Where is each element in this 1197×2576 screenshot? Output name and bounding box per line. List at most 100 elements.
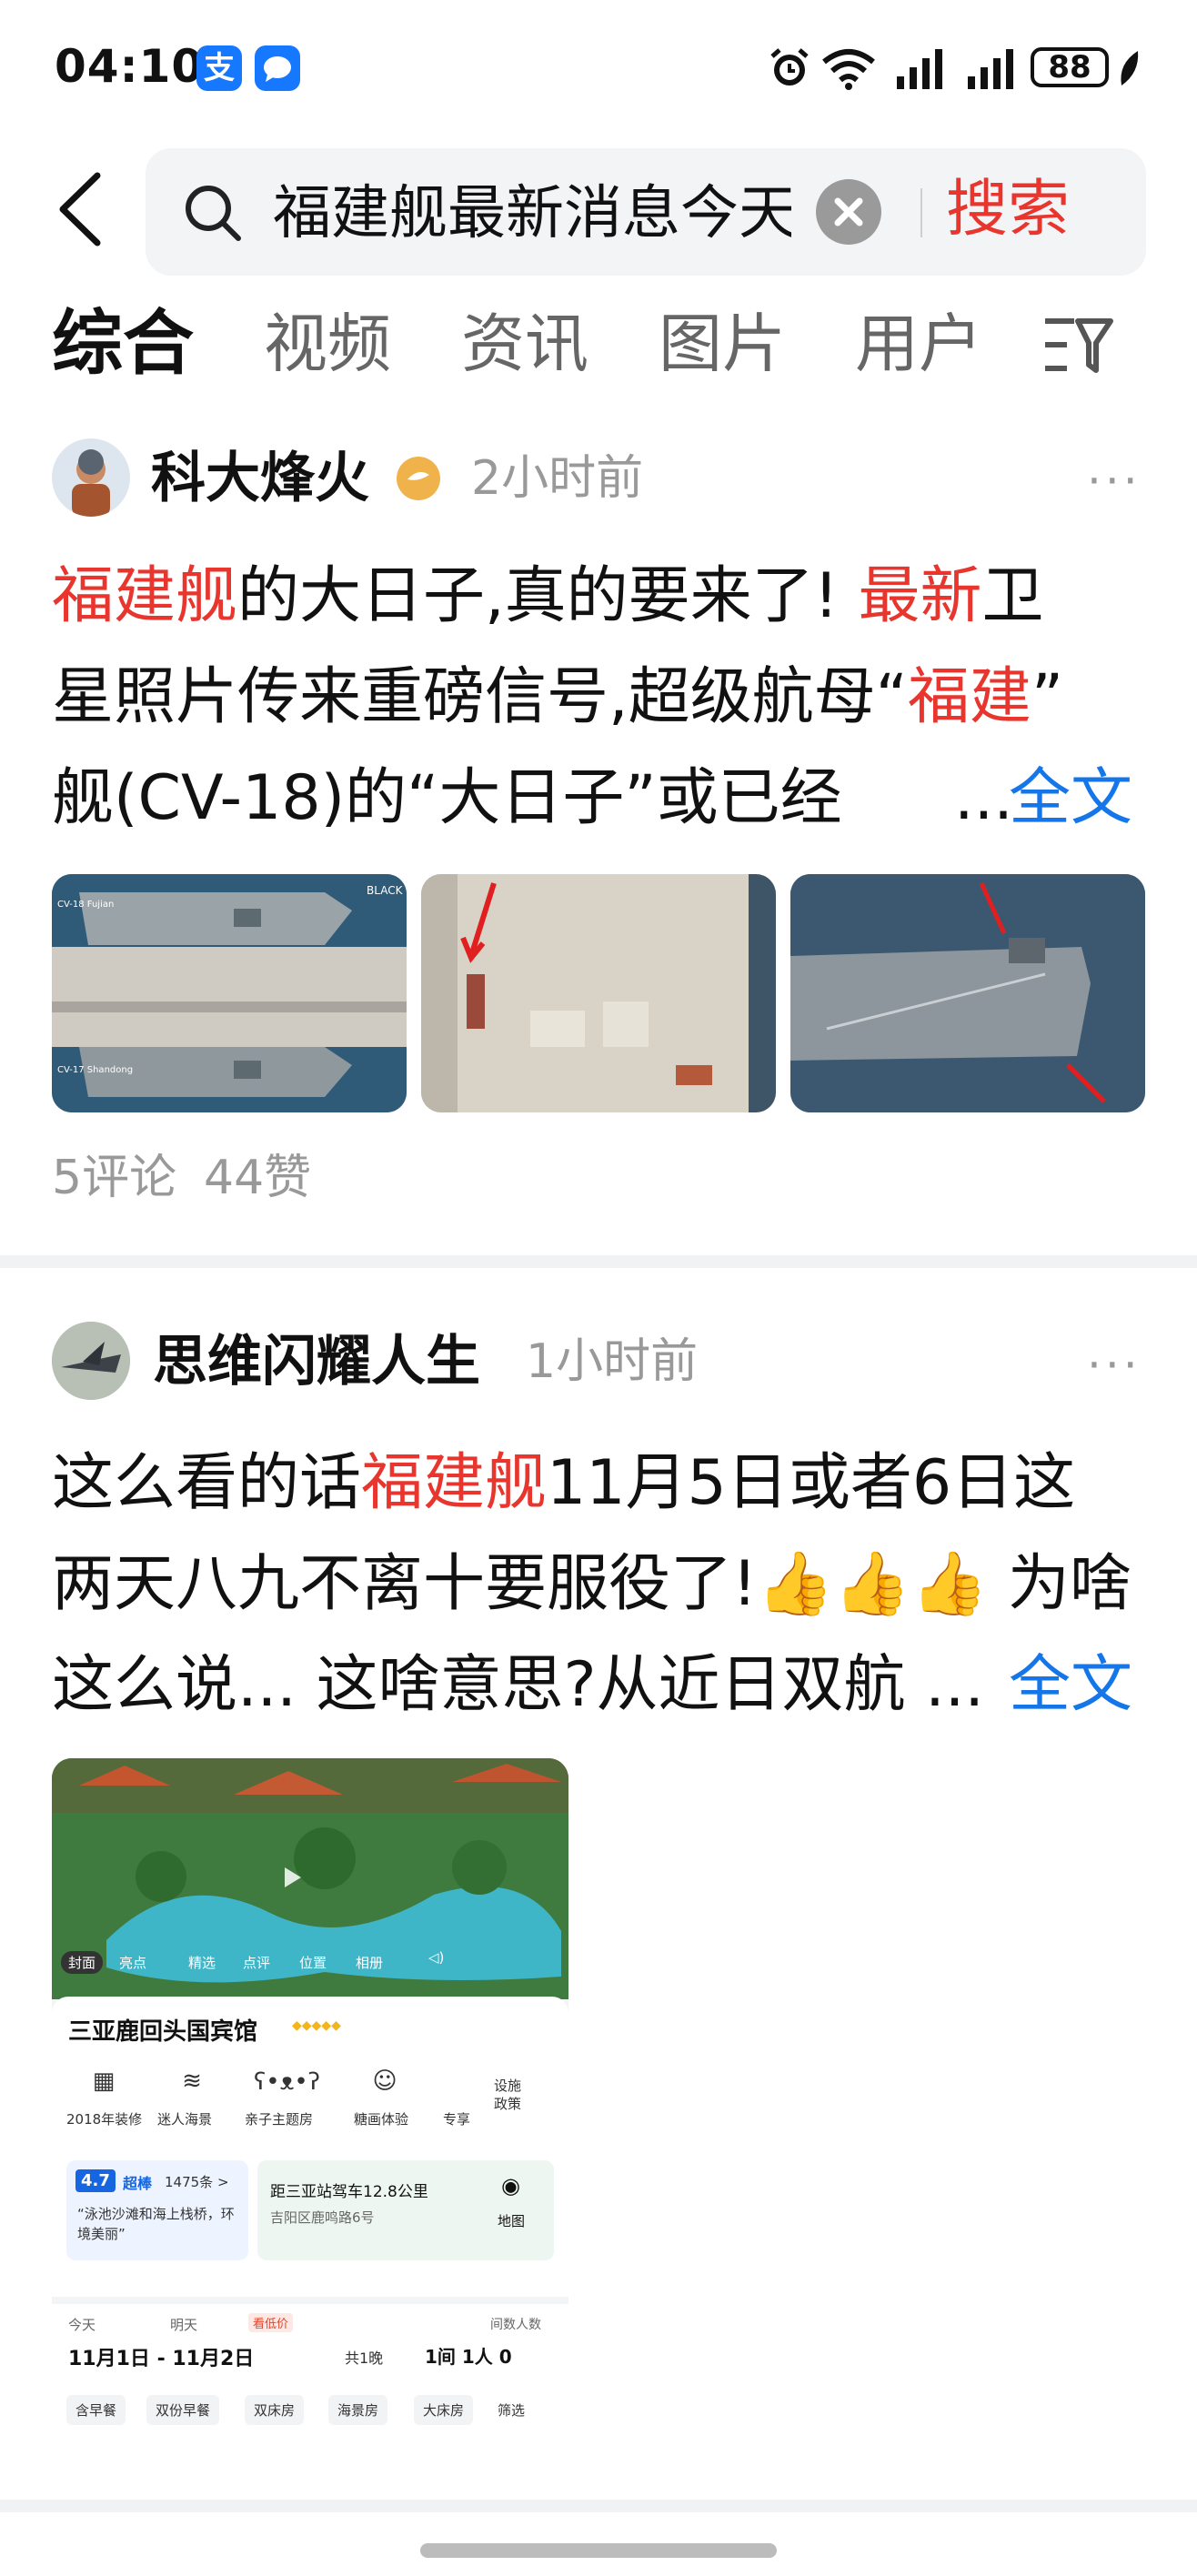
battery-indicator: 88 [1031,47,1109,87]
avatar[interactable] [52,1322,130,1400]
back-icon[interactable] [50,168,114,250]
post-image-2[interactable] [421,874,776,1112]
alarm-icon [770,48,809,86]
feature-renovated: 2018年装修 [66,2111,143,2128]
tab-news[interactable]: 资讯 [461,298,588,389]
thumb-watermark: BLACK [367,884,404,897]
feature-seaview: 迷人海景 [157,2111,213,2128]
more-icon[interactable]: ··· [1087,1339,1142,1392]
post-time: 1小时前 [526,1334,699,1389]
media-tab-cover[interactable]: 封面 [61,1951,104,1974]
review-count: 1475条 > [165,2174,229,2190]
media-tab-location[interactable]: 位置 [299,1953,327,1972]
leaf-icon [1121,51,1139,86]
like-count[interactable]: 44赞 [204,1139,311,1207]
location-card[interactable]: 距三亚站驾车12.8公里 吉阳区鹿鸣路6号 ◉ 地图 [257,2160,554,2260]
chip-twin[interactable]: 双床房 [245,2395,305,2425]
alipay-icon: 支 [196,45,242,91]
home-indicator[interactable] [420,2543,777,2558]
media-tab-album[interactable]: 相册 [356,1953,383,1972]
post-line-2: 星照片传来重磅信号,超级航母“福建” [52,661,1064,733]
label-tomorrow: 明天 [170,2317,198,2333]
hotel-name: 三亚鹿回头国宾馆 [68,2018,258,2046]
feature-row: ▦ 2018年装修 ≋ 迷人海景 ʕ•ᴥ•ʔ 亲子主题房 ☺ 糖画体验 专享 设… [52,2068,568,2140]
media-tab-featured[interactable]: 精选 [188,1953,216,1972]
post-image-hotel[interactable]: 封面 亮点 精选 点评 位置 相册 ◁) 三亚鹿回头国宾馆 ◆◆◆◆◆ ▦ 20… [52,1758,568,2450]
building-icon: ▦ [92,2068,116,2095]
feature-family: 亲子主题房 [245,2111,314,2128]
media-tab-highlights[interactable]: 亮点 [119,1953,146,1972]
post-image-1[interactable]: CV-18 Fujian CV-17 Shandong BLACK [52,874,407,1112]
rating-card[interactable]: 4.7 超棒 1475条 > “泳池沙滩和海上栈桥，环境美丽” [66,2160,248,2260]
tab-all[interactable]: 综合 [52,298,194,389]
avatar[interactable] [52,438,130,517]
hotel-info-panel: 三亚鹿回头国宾馆 ◆◆◆◆◆ ▦ 2018年装修 ≋ 迷人海景 ʕ•ᴥ•ʔ 亲子… [52,1997,568,2297]
post-text[interactable]: 福建舰的大日子,真的要来了! 最新卫 星照片传来重磅信号,超级航母“福建” 舰(… [52,546,1143,849]
search-icon [186,186,241,241]
post-image-3[interactable] [790,874,1145,1112]
signal-2-icon [968,49,1013,89]
post-time: 2小时前 [471,451,644,506]
date-range[interactable]: 11月1日 - 11月2日 [68,2342,254,2371]
guest-count[interactable]: 1间 1人 0 [425,2342,512,2369]
chip-seaview[interactable]: 海景房 [328,2395,388,2425]
family-room-icon: ʕ•ᴥ•ʔ [254,2068,320,2096]
candy-art-icon: ☺ [372,2068,397,2095]
filter-chips: 含早餐 双份早餐 双床房 海景房 大床房 筛选 [52,2391,568,2431]
post-line-1: 福建舰的大日子,真的要来了! 最新卫 [52,560,1044,632]
post-line-3: 这么说... 这啥意思?从近日双航 ... 全文 [52,1635,1143,1736]
post-line-2: 两天八九不离十要服役了!👍👍👍 为啥 [52,1548,1132,1620]
chip-breakfast[interactable]: 含早餐 [66,2395,126,2425]
booking-panel: 今天 明天 看低价 间数人数 11月1日 - 11月2日 共1晚 1间 1人 0… [52,2304,568,2450]
rating-score: 4.7 [75,2169,116,2192]
search-divider [920,188,922,237]
author-name[interactable]: 思维闪耀人生 [153,1325,480,1398]
review-quote: “泳池沙滩和海上栈桥，环境美丽” [77,2206,235,2242]
clear-icon[interactable] [816,179,881,245]
filter-icon[interactable] [1041,314,1114,377]
mute-icon[interactable]: ◁) [428,1949,444,1966]
post-text[interactable]: 这么看的话福建舰11月5日或者6日这 两天八九不离十要服役了!👍👍👍 为啥 这么… [52,1433,1143,1736]
feed-separator [0,1255,1197,1268]
comment-count[interactable]: 5评论 [52,1139,176,1207]
rating-label: 超棒 [123,2175,153,2192]
map-pin-icon: ◉ [501,2173,520,2199]
search-button[interactable]: 搜索 [946,169,1070,251]
feature-candy: 糖画体验 [354,2111,409,2128]
status-bar: 04:10 支 88 [0,0,1197,136]
thumb-label-cv18: CV-18 Fujian [57,900,114,910]
search-input[interactable]: 福建舰最新消息今天 [273,173,791,255]
signal-1-icon [897,49,942,89]
tab-users[interactable]: 用户 [855,298,982,389]
facility-policy-link[interactable]: 设施政策 [494,2077,534,2113]
author-name[interactable]: 科大烽火 [151,442,369,515]
message-icon [255,45,300,91]
label-guests: 间数人数 [490,2318,541,2332]
verified-badge-icon [397,457,440,500]
more-icon[interactable]: ··· [1087,455,1142,508]
night-count: 共1晚 [345,2350,384,2367]
address-text: 吉阳区鹿鸣路6号 [270,2209,375,2226]
low-price-tag[interactable]: 看低价 [248,2313,294,2332]
label-today: 今天 [68,2317,96,2333]
feed-separator [0,2500,1197,2512]
read-more-link: 全文 [1009,1649,1133,1721]
tab-video[interactable]: 视频 [264,298,391,389]
media-tab-reviews[interactable]: 点评 [243,1953,270,1972]
post-line-1: 这么看的话福建舰11月5日或者6日这 [52,1447,1076,1519]
thumb-label-cv17: CV-17 Shandong [57,1065,133,1075]
chip-filter[interactable]: 筛选 [498,2400,525,2420]
sea-view-icon: ≋ [182,2068,202,2095]
feature-exclusive: 专享 [443,2111,471,2128]
status-time: 04:10 [55,40,205,93]
read-more-link: 全文 [1009,762,1133,834]
tab-images[interactable]: 图片 [659,298,786,389]
hotel-stars: ◆◆◆◆◆ [292,2018,341,2033]
distance-text: 距三亚站驾车12.8公里 [270,2183,428,2201]
map-link[interactable]: 地图 [498,2211,525,2230]
chip-kingbed[interactable]: 大床房 [414,2395,474,2425]
chip-double-breakfast[interactable]: 双份早餐 [146,2395,220,2425]
wifi-icon [822,49,875,90]
media-tab-bar: 封面 亮点 精选 点评 位置 相册 ◁) [61,1949,559,1977]
post-line-3: 舰(CV-18)的“大日子”或已经... 全文 [52,748,1143,849]
